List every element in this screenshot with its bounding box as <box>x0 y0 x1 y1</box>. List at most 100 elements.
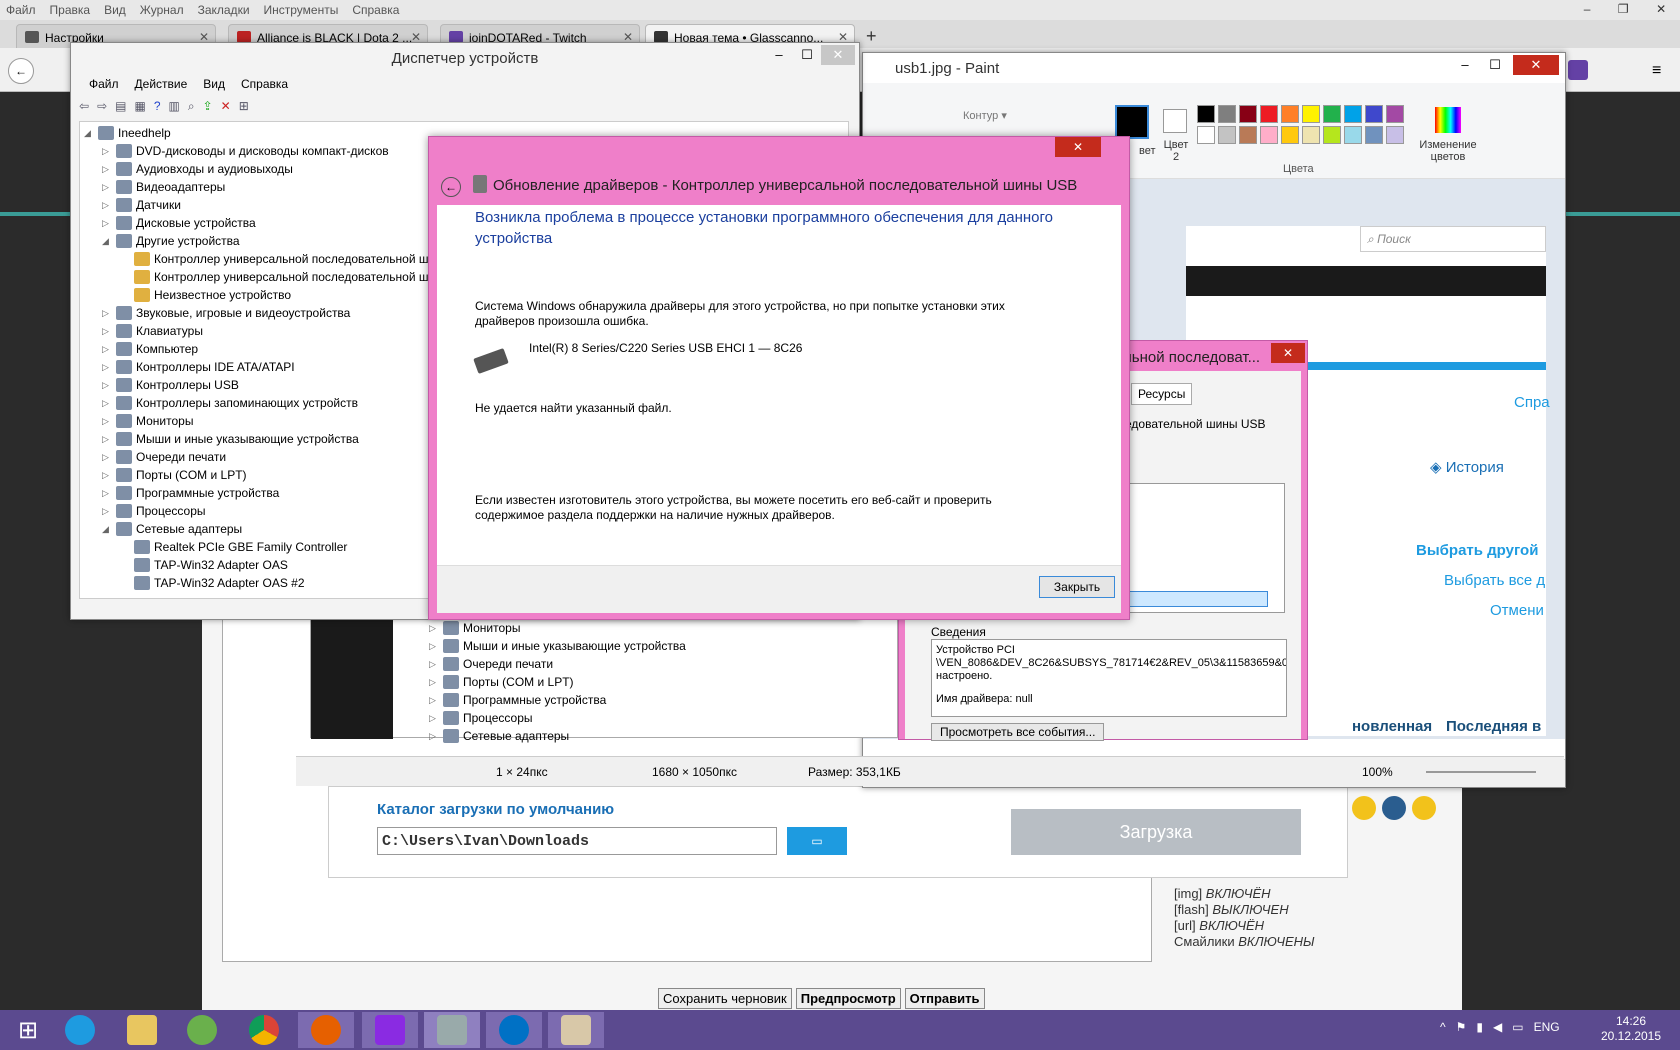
palette-swatch[interactable] <box>1197 105 1215 123</box>
help-icon[interactable]: ? <box>154 99 161 119</box>
palette-swatch[interactable] <box>1386 126 1404 144</box>
choose-all-link[interactable]: Выбрать все д <box>1444 572 1545 589</box>
save-draft-button[interactable]: Сохранить черновик <box>658 988 792 1009</box>
expand-arrow-icon[interactable]: ▷ <box>102 146 114 157</box>
expand-arrow-icon[interactable]: ▷ <box>102 434 114 445</box>
back-button[interactable]: ← <box>8 58 34 84</box>
minimize-icon[interactable]: – <box>1584 2 1591 18</box>
menu-help[interactable]: Справка <box>352 3 399 17</box>
expand-arrow-icon[interactable]: ▷ <box>102 308 114 319</box>
tree-item[interactable]: ▷ Компьютер <box>102 340 198 358</box>
expand-arrow-icon[interactable]: ▷ <box>102 200 114 211</box>
menu-bookmarks[interactable]: Закладки <box>198 3 250 17</box>
utorrent-taskbar-button[interactable] <box>174 1012 230 1048</box>
expand-arrow-icon[interactable]: ▷ <box>102 182 114 193</box>
palette-swatch[interactable] <box>1365 126 1383 144</box>
folder-browse-button[interactable]: ▭ <box>787 827 847 855</box>
expand-arrow-icon[interactable]: ▷ <box>102 380 114 391</box>
zoom-slider[interactable] <box>1426 771 1536 773</box>
expand-arrow-icon[interactable]: ◢ <box>102 236 114 247</box>
tree-item[interactable]: ▷ Очереди печати <box>102 448 226 466</box>
search-taskbar-button[interactable] <box>362 1012 418 1048</box>
back-icon[interactable]: ⇦ <box>79 99 89 119</box>
clock[interactable]: 14:26 20.12.2015 <box>1596 1014 1666 1044</box>
close-icon[interactable]: ✕ <box>1513 55 1559 75</box>
tree-item[interactable]: ◢ Сетевые адаптеры <box>102 520 242 538</box>
color2-swatch[interactable] <box>1163 109 1187 133</box>
uninstall-icon[interactable]: ✕ <box>221 99 231 119</box>
search-input[interactable]: ⌕ Поиск <box>1360 226 1546 252</box>
palette-swatch[interactable] <box>1260 105 1278 123</box>
tree-item[interactable]: Realtek PCIe GBE Family Controller <box>120 538 347 556</box>
chevron-up-icon[interactable]: ^ <box>1440 1020 1446 1034</box>
palette-swatch[interactable] <box>1239 126 1257 144</box>
smiley-icon[interactable] <box>1412 796 1436 820</box>
maximize-icon[interactable]: ☐ <box>1481 55 1509 75</box>
palette-swatch[interactable] <box>1344 105 1362 123</box>
tree-item[interactable]: ▷ Аудиовходы и аудиовыходы <box>102 160 293 178</box>
choose-other-link[interactable]: Выбрать другой <box>1416 542 1538 559</box>
list-icon[interactable]: ▦ <box>134 99 145 119</box>
intel-taskbar-button[interactable] <box>486 1012 542 1048</box>
palette-swatch[interactable] <box>1365 105 1383 123</box>
keyboard-icon[interactable]: ▭ <box>1512 1020 1523 1034</box>
cancel-link[interactable]: Отмени <box>1490 602 1544 619</box>
tree-item[interactable]: ▷ Мониторы <box>102 412 193 430</box>
twitch-icon[interactable] <box>1568 60 1588 80</box>
tree-item[interactable]: TAP-Win32 Adapter OAS <box>120 556 288 574</box>
ie-taskbar-button[interactable] <box>52 1012 108 1048</box>
tree-item[interactable]: ▷ Мыши и иные указывающие устройства <box>102 430 359 448</box>
palette-swatch[interactable] <box>1197 126 1215 144</box>
palette-swatch[interactable] <box>1302 105 1320 123</box>
view-icon[interactable]: ▥ <box>169 99 180 119</box>
tree-item[interactable]: ◢ Другие устройства <box>102 232 240 250</box>
tree-item[interactable]: ▷ Процессоры <box>102 502 206 520</box>
menu-tools[interactable]: Инструменты <box>264 3 339 17</box>
menu-view[interactable]: Вид <box>203 77 225 91</box>
palette-swatch[interactable] <box>1281 105 1299 123</box>
outline-dropdown[interactable]: Контур ▾ <box>963 109 1007 122</box>
smiley-icon[interactable] <box>1382 796 1406 820</box>
tree-item[interactable]: ▷ DVD-дисководы и дисководы компакт-диско… <box>102 142 389 160</box>
enable-icon[interactable]: ⊞ <box>239 99 249 119</box>
menu-help[interactable]: Справка <box>241 77 288 91</box>
close-icon[interactable]: ✕ <box>1271 343 1305 363</box>
expand-arrow-icon[interactable]: ▷ <box>102 344 114 355</box>
tree-item[interactable]: ▷ Датчики <box>102 196 181 214</box>
palette-swatch[interactable] <box>1218 126 1236 144</box>
close-icon[interactable]: ✕ <box>1656 2 1666 18</box>
start-button[interactable]: ⊞ <box>0 1012 56 1048</box>
close-button[interactable]: Закрыть <box>1039 576 1115 598</box>
expand-arrow-icon[interactable]: ▷ <box>102 326 114 337</box>
color1-swatch[interactable] <box>1115 105 1149 139</box>
palette-swatch[interactable] <box>1323 126 1341 144</box>
firefox-taskbar-button[interactable] <box>298 1012 354 1048</box>
menu-view[interactable]: Вид <box>104 3 126 17</box>
expand-arrow-icon[interactable]: ▷ <box>102 506 114 517</box>
edit-colors-icon[interactable] <box>1435 107 1461 133</box>
expand-arrow-icon[interactable]: ▷ <box>102 488 114 499</box>
devmgr-taskbar-button[interactable] <box>424 1012 480 1048</box>
info-textbox[interactable]: Устройство PCI \VEN_8086&DEV_8C26&SUBSYS… <box>931 639 1287 717</box>
tree-item[interactable]: ▷ Звуковые, игровые и видеоустройства <box>102 304 350 322</box>
menu-edit[interactable]: Правка <box>50 3 91 17</box>
palette-swatch[interactable] <box>1302 126 1320 144</box>
menu-history[interactable]: Журнал <box>140 3 184 17</box>
tree-item[interactable]: ▷ Клавиатуры <box>102 322 203 340</box>
expand-arrow-icon[interactable]: ▷ <box>102 452 114 463</box>
tree-item[interactable]: Неизвестное устройство <box>120 286 291 304</box>
chrome-taskbar-button[interactable] <box>236 1012 292 1048</box>
maximize-icon[interactable]: ☐ <box>793 45 821 65</box>
expand-arrow-icon[interactable]: ◢ <box>102 524 114 535</box>
history-link[interactable]: ◈ История <box>1430 458 1504 476</box>
expand-arrow-icon[interactable]: ▷ <box>102 218 114 229</box>
restore-icon[interactable]: ❐ <box>1618 2 1629 18</box>
close-icon[interactable]: ✕ <box>1055 137 1101 157</box>
tab-resources[interactable]: Ресурсы <box>1131 383 1193 405</box>
language-indicator[interactable]: ENG <box>1534 1020 1560 1034</box>
download-button[interactable]: Загрузка <box>1011 809 1301 855</box>
tree-item[interactable]: Контроллер универсальной последовательно… <box>120 250 429 268</box>
minimize-icon[interactable]: – <box>1451 55 1479 75</box>
expand-arrow-icon[interactable]: ▷ <box>102 416 114 427</box>
palette-swatch[interactable] <box>1260 126 1278 144</box>
